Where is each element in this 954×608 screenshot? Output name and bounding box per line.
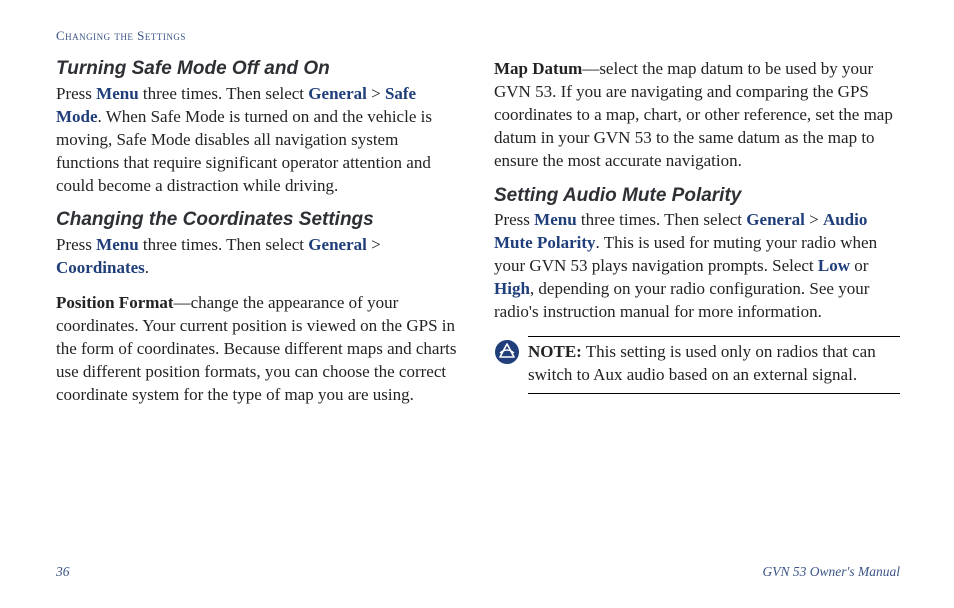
text: > (805, 210, 823, 229)
note-block: NOTE: This setting is used only on radio… (494, 336, 900, 394)
para-safe-mode: Press Menu three times. Then select Gene… (56, 83, 462, 198)
lead-map-datum: Map Datum (494, 59, 582, 78)
text: > (367, 235, 381, 254)
key-menu: Menu (96, 84, 139, 103)
text: or (850, 256, 868, 275)
text: three times. Then select (139, 84, 309, 103)
key-high: High (494, 279, 530, 298)
key-coordinates: Coordinates (56, 258, 145, 277)
key-menu: Menu (96, 235, 139, 254)
note-icon (494, 339, 520, 370)
text: Press (56, 235, 96, 254)
para-coordinates-path: Press Menu three times. Then select Gene… (56, 234, 462, 280)
manual-title: GVN 53 Owner's Manual (762, 564, 900, 580)
text: Press (494, 210, 534, 229)
page-number: 36 (56, 564, 70, 580)
text: , depending on your radio configuration.… (494, 279, 869, 321)
text: three times. Then select (139, 235, 309, 254)
key-general: General (308, 84, 367, 103)
text: . (145, 258, 149, 277)
text: Press (56, 84, 96, 103)
key-general: General (746, 210, 805, 229)
two-column-layout: Turning Safe Mode Off and On Press Menu … (56, 50, 900, 556)
section-header: Changing the Settings (56, 28, 900, 44)
column-right: Map Datum—select the map datum to be use… (494, 50, 900, 556)
note-text: NOTE: This setting is used only on radio… (528, 336, 900, 394)
para-position-format: Position Format—change the appearance of… (56, 292, 462, 407)
key-low: Low (818, 256, 850, 275)
heading-audio-mute: Setting Audio Mute Polarity (494, 185, 900, 208)
lead-position-format: Position Format (56, 293, 174, 312)
text: > (367, 84, 385, 103)
page-root: Changing the Settings Turning Safe Mode … (0, 0, 954, 608)
note-label: NOTE: (528, 342, 582, 361)
heading-coordinates: Changing the Coordinates Settings (56, 209, 462, 232)
key-general: General (308, 235, 367, 254)
column-left: Turning Safe Mode Off and On Press Menu … (56, 50, 462, 556)
heading-safe-mode: Turning Safe Mode Off and On (56, 58, 462, 81)
text: three times. Then select (577, 210, 747, 229)
key-menu: Menu (534, 210, 577, 229)
page-footer: 36 GVN 53 Owner's Manual (56, 564, 900, 580)
para-map-datum: Map Datum—select the map datum to be use… (494, 58, 900, 173)
text: . When Safe Mode is turned on and the ve… (56, 107, 432, 195)
para-audio-mute: Press Menu three times. Then select Gene… (494, 209, 900, 324)
